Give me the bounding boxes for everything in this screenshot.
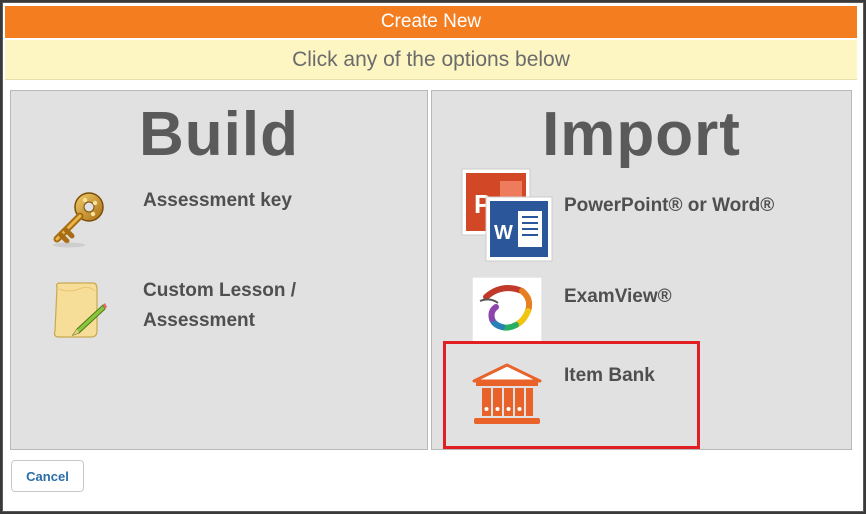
examview-label: ExamView® — [564, 286, 672, 307]
build-heading: Build — [139, 100, 299, 169]
item-bank-icon — [470, 361, 544, 429]
import-panel: Import P W PowerPoint® or Word® ExamView… — [431, 90, 852, 450]
dialog-subtitle: Click any of the options below — [5, 40, 857, 80]
powerpoint-word-icon: P W — [460, 167, 555, 262]
custom-lesson-label-line1: Custom Lesson / — [143, 280, 297, 301]
custom-lesson-label-line2: Assessment — [143, 310, 255, 331]
dialog-title: Create New — [5, 6, 857, 38]
examview-icon — [471, 276, 543, 344]
assessment-key-option[interactable]: Assessment key — [41, 186, 401, 256]
custom-lesson-option[interactable]: Custom Lesson / Assessment — [41, 276, 401, 346]
dialog-title-text: Create New — [380, 11, 482, 32]
assessment-key-label: Assessment key — [143, 190, 292, 211]
scroll-pencil-icon — [49, 279, 111, 341]
examview-option[interactable]: ExamView® — [460, 276, 830, 346]
item-bank-option[interactable]: Item Bank — [460, 361, 830, 431]
key-icon — [47, 189, 109, 251]
dialog-subtitle-text: Click any of the options below — [292, 47, 570, 71]
powerpoint-word-option[interactable]: P W PowerPoint® or Word® — [460, 167, 830, 262]
powerpoint-word-label: PowerPoint® or Word® — [564, 195, 775, 216]
svg-text:W: W — [494, 222, 513, 244]
item-bank-label: Item Bank — [564, 365, 655, 386]
build-panel: Build Assessment key Custom Lesson / Ass… — [10, 90, 428, 450]
cancel-button[interactable]: Cancel — [11, 460, 84, 492]
import-heading: Import — [542, 100, 741, 169]
